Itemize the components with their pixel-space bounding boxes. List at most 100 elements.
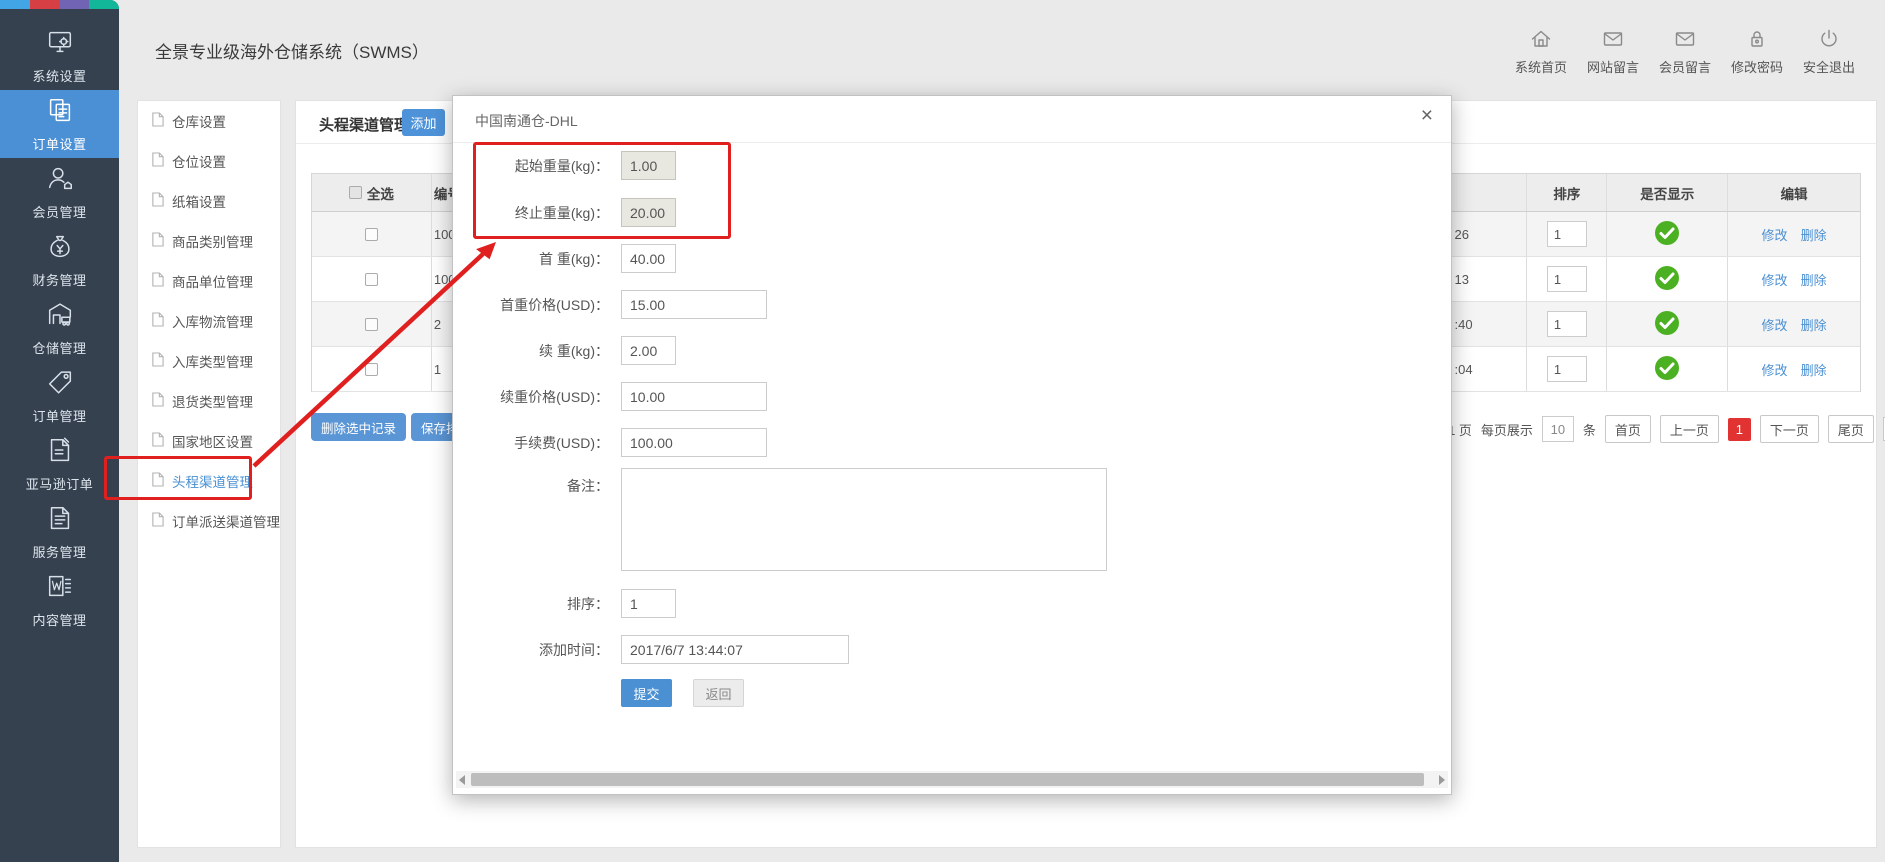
row-time-fragment: :40	[1455, 317, 1473, 332]
document-icon	[151, 312, 164, 330]
modify-link[interactable]: 修改	[1762, 315, 1788, 334]
select-all-checkbox[interactable]	[349, 186, 362, 199]
row-checkbox[interactable]	[365, 363, 378, 376]
first-page-button[interactable]: 首页	[1605, 415, 1651, 443]
sidebar-item-order-settings[interactable]: 订单设置	[0, 90, 119, 158]
submenu-label: 仓库设置	[172, 111, 226, 131]
modify-link[interactable]: 修改	[1762, 225, 1788, 244]
horizontal-scrollbar[interactable]	[456, 771, 1448, 788]
submenu-item-bin-settings[interactable]: 仓位设置	[138, 141, 280, 181]
delete-link[interactable]: 删除	[1801, 315, 1827, 334]
per-page-unit: 条	[1583, 420, 1596, 439]
submenu-item-product-category[interactable]: 商品类别管理	[138, 221, 280, 261]
word-document-icon	[45, 571, 75, 606]
submenu-label: 国家地区设置	[172, 431, 253, 451]
additional-weight-input[interactable]	[621, 336, 676, 365]
modify-link[interactable]: 修改	[1762, 360, 1788, 379]
sidebar-item-service-management[interactable]: 服务管理	[0, 498, 119, 566]
page-title: 头程渠道管理	[319, 114, 409, 135]
sort-input[interactable]	[621, 589, 676, 618]
sort-label: 排序：	[453, 589, 609, 619]
sidebar-item-label: 财务管理	[32, 270, 86, 289]
start-weight-input[interactable]	[621, 151, 676, 180]
close-icon[interactable]: ×	[1421, 105, 1433, 126]
delete-link[interactable]: 删除	[1801, 270, 1827, 289]
row-checkbox[interactable]	[365, 228, 378, 241]
row-checkbox[interactable]	[365, 273, 378, 286]
per-page-input[interactable]	[1542, 416, 1574, 442]
submenu-item-first-leg-channel[interactable]: 头程渠道管理	[138, 461, 280, 501]
page: 全景专业级海外仓储系统（SWMS） 系统首页 网站留言 会员留言 修改密码 安全…	[0, 0, 1885, 862]
add-time-input[interactable]	[621, 635, 849, 664]
submenu-item-warehouse-settings[interactable]: 仓库设置	[138, 101, 280, 141]
sidebar-item-amazon-orders[interactable]: 亚马逊订单	[0, 430, 119, 498]
sidebar-item-finance-management[interactable]: 财务管理	[0, 226, 119, 294]
col-visible-label: 是否显示	[1640, 183, 1694, 203]
sidebar-item-content-management[interactable]: 内容管理	[0, 566, 119, 634]
row-id: 1	[434, 362, 441, 377]
sidebar-item-order-management[interactable]: 订单管理	[0, 362, 119, 430]
submenu-label: 入库类型管理	[172, 351, 253, 371]
scrollbar-thumb[interactable]	[471, 773, 1424, 786]
submenu-item-country-region[interactable]: 国家地区设置	[138, 421, 280, 461]
handling-fee-input[interactable]	[621, 428, 767, 457]
document-icon	[151, 272, 164, 290]
row-sort-input[interactable]	[1547, 221, 1587, 247]
visible-check-icon	[1654, 310, 1680, 339]
copy-doc-icon	[45, 95, 75, 130]
submenu-item-product-unit[interactable]: 商品单位管理	[138, 261, 280, 301]
topnav-label: 修改密码	[1731, 57, 1783, 76]
topnav-logout[interactable]: 安全退出	[1793, 27, 1865, 76]
submit-button[interactable]: 提交	[621, 679, 672, 707]
submenu-label: 商品类别管理	[172, 231, 253, 251]
document-edit-icon	[45, 435, 75, 470]
submenu-item-inbound-logistics[interactable]: 入库物流管理	[138, 301, 280, 341]
document-icon	[151, 192, 164, 210]
submenu-item-order-delivery-channel[interactable]: 订单派送渠道管理	[138, 501, 280, 541]
submenu-label: 订单派送渠道管理	[172, 511, 280, 531]
row-sort-input[interactable]	[1547, 266, 1587, 292]
topnav-label: 系统首页	[1515, 57, 1567, 76]
delete-link[interactable]: 删除	[1801, 360, 1827, 379]
current-page-badge[interactable]: 1	[1728, 418, 1751, 441]
row-checkbox[interactable]	[365, 318, 378, 331]
row-sort-input[interactable]	[1547, 356, 1587, 382]
back-button[interactable]: 返回	[693, 679, 744, 707]
additional-weight-price-input[interactable]	[621, 382, 767, 411]
modify-link[interactable]: 修改	[1762, 270, 1788, 289]
additional-weight-price-label: 续重价格(USD)：	[453, 382, 609, 412]
submenu-label: 纸箱设置	[172, 191, 226, 211]
topnav-change-password[interactable]: 修改密码	[1721, 27, 1793, 76]
sidebar-item-warehouse-management[interactable]: 仓储管理	[0, 294, 119, 362]
scroll-right-icon[interactable]	[1439, 775, 1445, 785]
remark-textarea[interactable]	[621, 468, 1107, 571]
row-time-fragment: :04	[1455, 362, 1473, 377]
submenu-item-carton-settings[interactable]: 纸箱设置	[138, 181, 280, 221]
sidebar-item-system-settings[interactable]: 系统设置	[0, 22, 119, 90]
document-icon	[151, 112, 164, 130]
topnav-member-messages[interactable]: 会员留言	[1649, 27, 1721, 76]
document-icon	[151, 232, 164, 250]
topnav-home[interactable]: 系统首页	[1505, 27, 1577, 76]
first-weight-input[interactable]	[621, 244, 676, 273]
topnav-site-messages[interactable]: 网站留言	[1577, 27, 1649, 76]
topnav-label: 会员留言	[1659, 57, 1711, 76]
delete-link[interactable]: 删除	[1801, 225, 1827, 244]
last-page-button[interactable]: 尾页	[1828, 415, 1874, 443]
prev-page-button[interactable]: 上一页	[1660, 415, 1719, 443]
submenu-item-inbound-type[interactable]: 入库类型管理	[138, 341, 280, 381]
visible-check-icon	[1654, 265, 1680, 294]
sidebar-item-label: 仓储管理	[32, 338, 86, 357]
col-edit-label: 编辑	[1781, 183, 1808, 203]
next-page-button[interactable]: 下一页	[1760, 415, 1819, 443]
sidebar-item-member-management[interactable]: 会员管理	[0, 158, 119, 226]
end-weight-input[interactable]	[621, 198, 676, 227]
sidebar-item-label: 会员管理	[32, 202, 86, 221]
scroll-left-icon[interactable]	[459, 775, 465, 785]
submenu-item-return-type[interactable]: 退货类型管理	[138, 381, 280, 421]
visible-check-icon	[1654, 355, 1680, 384]
add-button[interactable]: 添加	[402, 109, 445, 136]
delete-selected-button[interactable]: 删除选中记录	[311, 413, 406, 441]
row-sort-input[interactable]	[1547, 311, 1587, 337]
first-weight-price-input[interactable]	[621, 290, 767, 319]
